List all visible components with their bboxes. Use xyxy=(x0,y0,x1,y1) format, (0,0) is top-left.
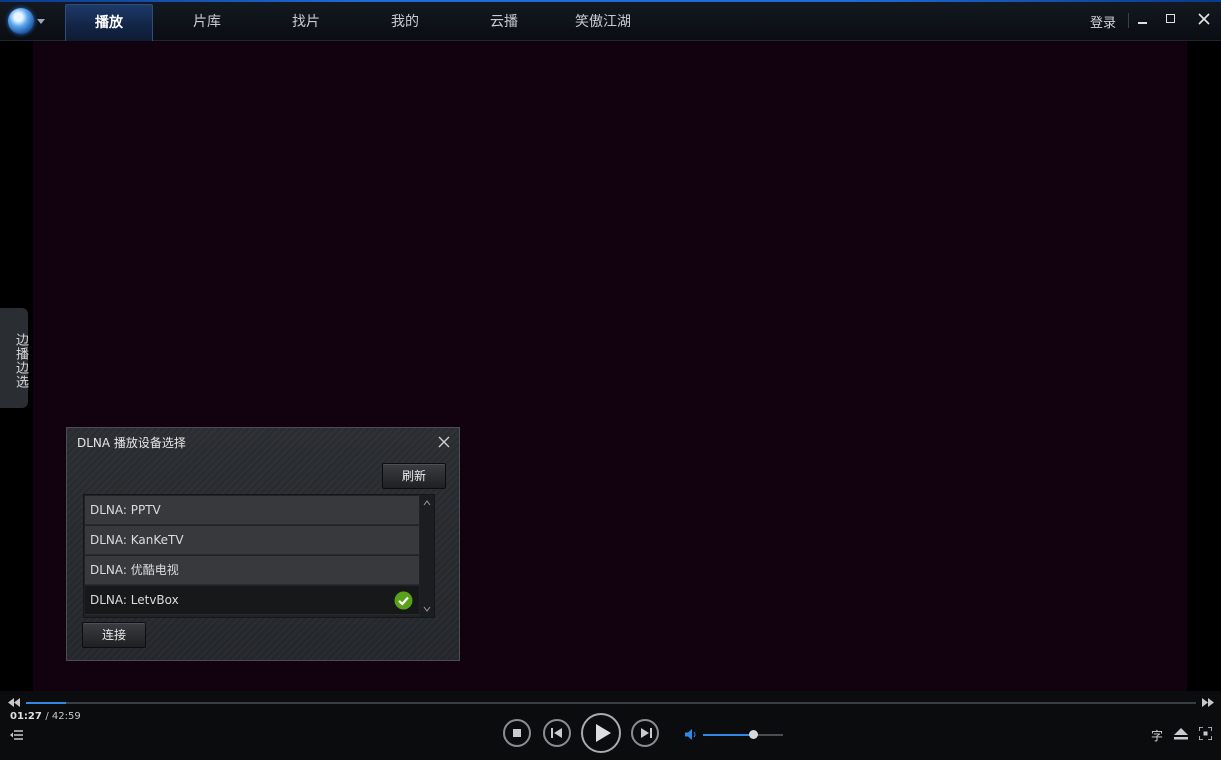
list-item[interactable]: DLNA: PPTV xyxy=(85,496,419,525)
list-item-selected[interactable]: DLNA: LetvBox xyxy=(85,586,419,615)
time-display: 01:27 / 42:59 xyxy=(10,711,81,722)
play-icon xyxy=(596,724,611,742)
list-item-label: DLNA: LetvBox xyxy=(90,593,179,607)
rewind-icon[interactable] xyxy=(8,698,20,707)
dlna-dialog: DLNA 播放设备选择 刷新 DLNA: PPTV DLNA: KanKeTV … xyxy=(66,427,460,661)
dialog-close-icon[interactable] xyxy=(437,434,451,448)
seek-progress xyxy=(26,702,66,704)
menu-caret-icon[interactable] xyxy=(37,19,45,24)
next-icon xyxy=(641,728,652,738)
refresh-button[interactable]: 刷新 xyxy=(382,463,446,489)
total-time: / 42:59 xyxy=(45,711,81,722)
minimize-icon[interactable] xyxy=(1132,8,1154,30)
divider xyxy=(1128,13,1129,28)
tab-cloud[interactable]: 云播 xyxy=(465,4,543,40)
scroll-down-icon[interactable] xyxy=(423,605,431,613)
previous-button[interactable] xyxy=(543,719,571,747)
play-button[interactable] xyxy=(581,713,621,753)
list-item[interactable]: DLNA: 优酷电视 xyxy=(85,556,419,585)
scroll-up-icon[interactable] xyxy=(423,499,431,507)
current-time: 01:27 xyxy=(10,711,42,722)
title-bar: 播放 片库 找片 我的 云播 笑傲江湖 登录 xyxy=(0,0,1221,41)
tab-play[interactable]: 播放 xyxy=(65,4,153,41)
seek-bar[interactable] xyxy=(26,702,1196,704)
close-icon[interactable] xyxy=(1193,8,1215,30)
playlist-icon[interactable] xyxy=(10,729,24,741)
tab-now-playing[interactable]: 笑傲江湖 xyxy=(560,4,646,40)
list-item[interactable]: DLNA: KanKeTV xyxy=(85,526,419,555)
volume-icon[interactable] xyxy=(685,729,697,740)
side-panel-toggle[interactable]: 边播边选 xyxy=(0,308,28,408)
control-bar: 01:27 / 42:59 字 xyxy=(0,691,1221,760)
stop-icon xyxy=(513,729,521,737)
previous-icon xyxy=(551,728,562,738)
device-list: DLNA: PPTV DLNA: KanKeTV DLNA: 优酷电视 DLNA… xyxy=(83,494,435,618)
tab-library[interactable]: 片库 xyxy=(168,4,246,40)
connect-button[interactable]: 连接 xyxy=(82,622,146,648)
subtitle-button[interactable]: 字 xyxy=(1151,727,1163,744)
check-icon xyxy=(394,591,413,610)
tab-find[interactable]: 找片 xyxy=(267,4,345,40)
fast-forward-icon[interactable] xyxy=(1202,698,1214,707)
app-logo-icon[interactable] xyxy=(8,8,34,34)
fullscreen-icon[interactable] xyxy=(1199,727,1212,740)
next-button[interactable] xyxy=(631,719,659,747)
tab-mine[interactable]: 我的 xyxy=(366,4,444,40)
login-link[interactable]: 登录 xyxy=(1090,12,1116,31)
volume-level xyxy=(703,734,753,736)
maximize-icon[interactable] xyxy=(1160,8,1182,30)
list-scrollbar[interactable] xyxy=(420,495,434,617)
dialog-title: DLNA 播放设备选择 xyxy=(77,436,186,450)
eject-icon[interactable] xyxy=(1174,728,1188,740)
stop-button[interactable] xyxy=(503,719,531,747)
volume-knob[interactable] xyxy=(749,730,758,739)
